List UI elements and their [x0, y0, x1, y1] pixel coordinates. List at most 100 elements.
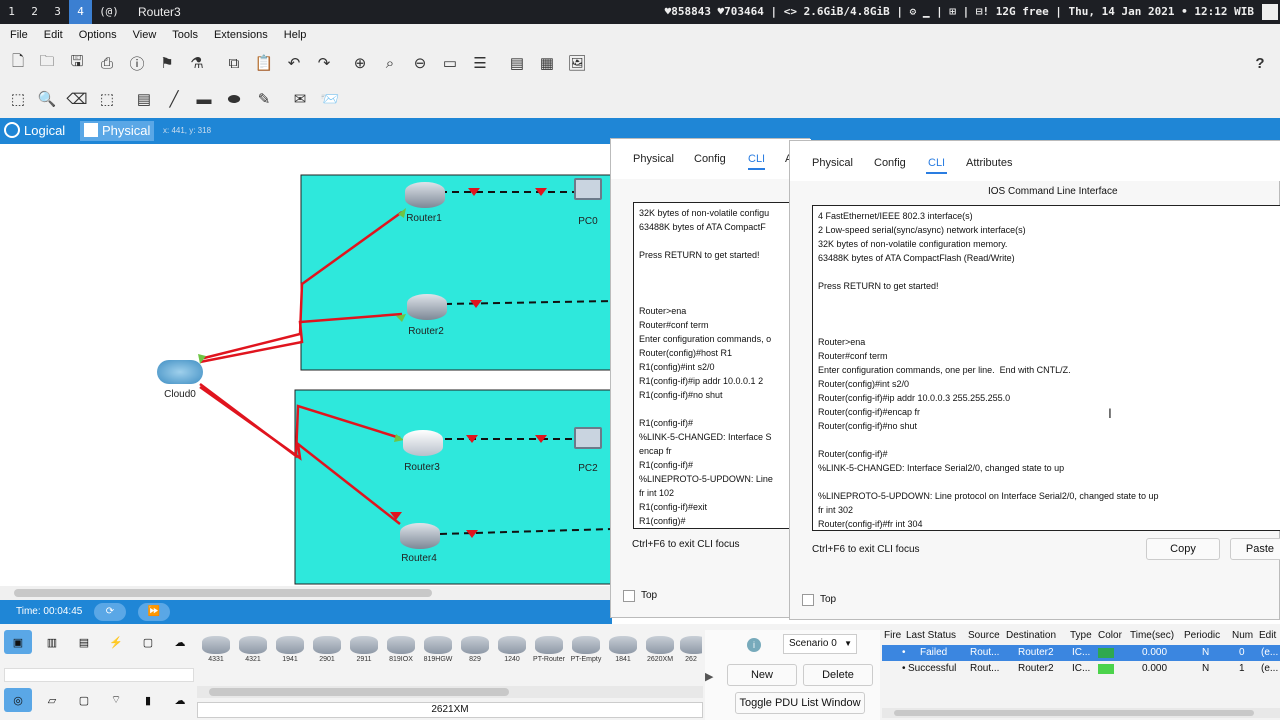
save-icon[interactable]: 🖫 [67, 53, 87, 73]
new-scenario-button[interactable]: New [727, 664, 797, 686]
rectangle-icon[interactable]: ▬ [194, 89, 214, 109]
model-819hgw[interactable]: 819HGW [421, 636, 455, 663]
security-subcategory-icon[interactable]: ▮ [134, 688, 162, 712]
workspace-2[interactable]: 2 [23, 0, 46, 24]
connections-category-icon[interactable]: ⚡ [102, 630, 130, 654]
select-icon[interactable]: ⬚ [8, 89, 28, 109]
model-2901[interactable]: 2901 [310, 636, 344, 663]
col-destination[interactable]: Destination [1006, 628, 1056, 644]
physical-tab[interactable]: Physical [80, 121, 155, 141]
scenario-select[interactable]: Scenario 0 ▼ [783, 634, 857, 654]
wireless-subcategory-icon[interactable]: ⌔ [102, 688, 130, 712]
tab-attributes[interactable]: Attributes [966, 157, 1012, 169]
open-folder-icon[interactable]: 🗀 [37, 53, 57, 73]
new-file-icon[interactable]: 🗋 [8, 53, 28, 73]
pdu-row[interactable]: • Failed Rout... Router2 IC... 0.000 N 0… [882, 645, 1280, 661]
col-edit[interactable]: Edit [1259, 628, 1276, 644]
tab-config[interactable]: Config [874, 157, 906, 169]
router1-top-checkbox[interactable] [623, 590, 635, 602]
pdu-row[interactable]: • Successful Rout... Router2 IC... 0.000… [882, 661, 1280, 677]
canvas-scroll-thumb[interactable] [14, 589, 432, 597]
wan-emu-subcategory-icon[interactable]: ☁ [166, 688, 194, 712]
pc0-icon[interactable] [574, 178, 602, 200]
tab-cli[interactable]: CLI [748, 153, 766, 170]
col-source[interactable]: Source [968, 628, 1000, 644]
network-devices-category-icon[interactable]: ▣ [4, 630, 32, 654]
pc2-icon[interactable] [574, 427, 602, 449]
model-819iox[interactable]: 819IOX [384, 636, 418, 663]
router3-window[interactable]: Physical Config CLI Attributes IOS Comma… [789, 140, 1280, 620]
tab-cli[interactable]: CLI [926, 157, 948, 174]
copy-button[interactable]: Copy [1146, 538, 1220, 560]
play-arrow-icon[interactable]: ▶ [705, 670, 713, 683]
model-pt-empty[interactable]: PT-Empty [569, 636, 603, 663]
hubs-subcategory-icon[interactable]: ▢ [70, 688, 98, 712]
pdu-fire[interactable]: • [902, 645, 906, 661]
switches-subcategory-icon[interactable]: ▱ [38, 688, 66, 712]
col-num[interactable]: Num [1232, 628, 1253, 644]
paste-button[interactable]: Paste [1230, 538, 1280, 560]
model-4331[interactable]: 4331 [199, 636, 233, 663]
category-search-field[interactable] [4, 668, 194, 682]
model-1941[interactable]: 1941 [273, 636, 307, 663]
model-list-hscrollbar[interactable] [197, 686, 703, 698]
col-color[interactable]: Color [1098, 628, 1122, 644]
scenario-info-icon[interactable]: i [747, 638, 761, 652]
ellipse-icon[interactable]: ⬬ [224, 89, 244, 109]
model-2911[interactable]: 2911 [347, 636, 381, 663]
tab-physical[interactable]: Physical [812, 157, 853, 169]
pdu-hscrollbar[interactable] [882, 708, 1280, 718]
routers-subcategory-icon[interactable]: ◎ [4, 688, 32, 712]
model-1240[interactable]: 1240 [495, 636, 529, 663]
help-icon[interactable]: ? [1250, 53, 1270, 73]
col-fire[interactable]: Fire [884, 628, 901, 644]
delete-icon[interactable]: ⌫ [66, 89, 87, 109]
system-tray-icon[interactable] [1262, 4, 1278, 20]
router1-icon[interactable] [405, 182, 445, 208]
router4-icon[interactable] [400, 523, 440, 549]
fast-forward-icon[interactable]: ⏩ [138, 603, 170, 621]
router3-cli-console[interactable]: 4 FastEthernet/IEEE 802.3 interface(s) 2… [812, 205, 1280, 531]
redo-icon[interactable]: ↷ [314, 53, 334, 73]
print-icon[interactable]: ⎙ [97, 53, 117, 73]
misc-category-icon[interactable]: ▢ [134, 630, 162, 654]
model-4321[interactable]: 4321 [236, 636, 270, 663]
tab-physical[interactable]: Physical [633, 153, 674, 165]
menu-help[interactable]: Help [276, 24, 315, 46]
pdu-scroll-thumb[interactable] [894, 710, 1254, 716]
col-type[interactable]: Type [1070, 628, 1092, 644]
menu-options[interactable]: Options [71, 24, 125, 46]
cloud0-icon[interactable] [157, 360, 203, 384]
end-devices-category-icon[interactable]: ▥ [38, 630, 66, 654]
model-2620xm[interactable]: 2620XM [643, 636, 677, 663]
router3-icon[interactable] [403, 430, 443, 456]
custom-device-icon[interactable]: ☰ [470, 53, 490, 73]
zoom-in-icon[interactable]: ⊕ [350, 53, 370, 73]
menu-view[interactable]: View [125, 24, 165, 46]
router1-cli-console[interactable]: 32K bytes of non-volatile configu 63488K… [633, 202, 793, 529]
paste-icon[interactable]: 📋 [254, 53, 274, 73]
power-cycle-icon[interactable]: ⟳ [94, 603, 126, 621]
drawing-palette-icon[interactable]: ▭ [440, 53, 460, 73]
undo-icon[interactable]: ↶ [284, 53, 304, 73]
model-pt-router[interactable]: PT-Router [532, 636, 566, 663]
line-icon[interactable]: ╱ [164, 89, 184, 109]
zoom-reset-icon[interactable]: ⌕ [380, 53, 400, 73]
inspect-icon[interactable]: 🔍 [37, 89, 57, 109]
menu-extensions[interactable]: Extensions [206, 24, 276, 46]
col-periodic[interactable]: Periodic [1184, 628, 1220, 644]
resize-icon[interactable]: ⬚ [97, 89, 117, 109]
model-829[interactable]: 829 [458, 636, 492, 663]
components-category-icon[interactable]: ▤ [70, 630, 98, 654]
activity-wizard-icon[interactable]: ⚗ [187, 53, 207, 73]
add-complex-pdu-icon[interactable]: 📨 [320, 89, 340, 109]
menu-edit[interactable]: Edit [36, 24, 71, 46]
cluster-icon[interactable]: ▦ [537, 53, 557, 73]
toggle-pdu-list-button[interactable]: Toggle PDU List Window [735, 692, 865, 714]
copy-icon[interactable]: ⧉ [224, 53, 244, 73]
viewport-icon[interactable]: ▤ [507, 53, 527, 73]
zoom-out-icon[interactable]: ⊖ [410, 53, 430, 73]
image-icon[interactable]: 🖼 [567, 53, 587, 73]
network-info-icon[interactable]: ⚑ [157, 53, 177, 73]
pdu-edit[interactable]: (e... [1261, 645, 1278, 661]
